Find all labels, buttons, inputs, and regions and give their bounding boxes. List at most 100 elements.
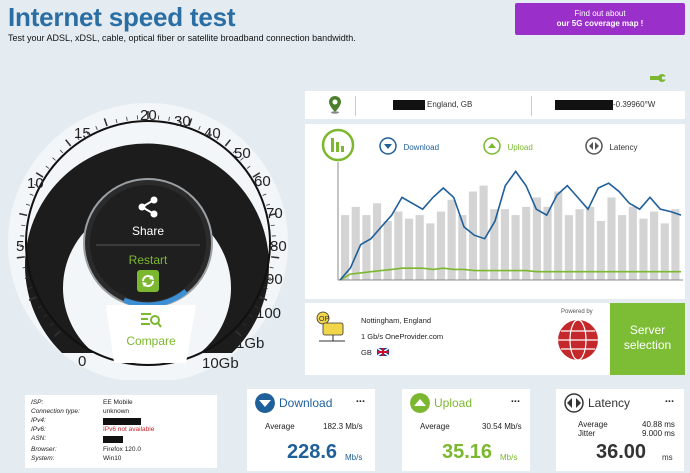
tick-label: 50	[234, 145, 251, 162]
latency-bar	[447, 199, 456, 280]
location-bar: England, GB -0.39960°W	[305, 91, 685, 119]
svg-text:OP: OP	[319, 316, 329, 323]
restart-button[interactable]: Restart	[118, 253, 178, 297]
restart-icon	[137, 270, 159, 292]
latency-bar	[362, 215, 371, 280]
ipv6-value: IPv6 not available	[103, 426, 155, 433]
browser-label: Browser:	[31, 446, 57, 453]
latency-card: Latency ... Average 40.88 ms Jitter 9.00…	[556, 389, 684, 471]
asn-label: ASN:	[31, 435, 47, 442]
system-value: Win10	[103, 455, 122, 462]
redacted-asn	[103, 436, 123, 443]
map-pin-icon	[329, 96, 341, 114]
speed-chart	[337, 162, 683, 281]
download-unit: Mb/s	[345, 453, 363, 462]
connection-info: ISP: EE Mobile Connection type: unknown …	[25, 395, 217, 468]
ipv6-label: IPv6:	[31, 426, 46, 433]
tick-label: 60	[254, 173, 271, 190]
promo-line-2: our 5G coverage map !	[556, 19, 644, 28]
upload-more[interactable]: ...	[511, 393, 520, 405]
latency-average-label: Average	[578, 420, 608, 429]
share-button[interactable]: Share	[124, 195, 172, 238]
download-more[interactable]: ...	[356, 393, 365, 405]
compare-button[interactable]: Compare	[116, 311, 186, 348]
latency-bar	[479, 185, 488, 280]
tick-label: 20	[140, 107, 157, 124]
redacted-city	[393, 100, 425, 110]
download-average-label: Average	[265, 422, 295, 431]
system-label: System:	[31, 455, 55, 462]
latency-bar	[650, 211, 659, 280]
jitter-label: Jitter	[578, 429, 596, 438]
share-label: Share	[131, 224, 165, 238]
latency-title: Latency	[588, 396, 631, 410]
tick-label: 15	[74, 125, 91, 142]
download-average-value: 182.3 Mb/s	[323, 422, 363, 431]
latency-unit: ms	[662, 453, 673, 462]
uk-flag-icon	[377, 348, 389, 356]
latency-bar	[618, 215, 627, 280]
compare-label: Compare	[126, 334, 176, 348]
latency-bar	[522, 206, 531, 280]
wrench-icon[interactable]	[648, 70, 666, 86]
latency-bar	[383, 221, 392, 280]
tick-label: 10	[27, 175, 44, 192]
latency-more[interactable]: ...	[665, 393, 674, 405]
page-title: Internet speed test	[8, 2, 236, 32]
promo-line-1: Find out about	[574, 9, 626, 18]
gauge-tick-mark	[16, 256, 25, 259]
latency-bar	[426, 223, 435, 280]
server-country: GB	[361, 348, 372, 357]
tick-label: 1Gb	[236, 335, 265, 352]
latency-bar	[554, 191, 563, 280]
latency-average-value: 40.88 ms	[642, 420, 675, 429]
server-selection-label-1: Server	[629, 323, 666, 337]
browser-value: Firefox 120.0	[103, 446, 141, 453]
server-panel: OP Nottingham, England 1 Gb/s OneProvide…	[305, 303, 685, 375]
latency-bar	[607, 197, 616, 280]
latency-bar	[543, 206, 552, 280]
gauge-tick-mark	[270, 224, 275, 227]
isp-value: EE Mobile	[103, 399, 133, 406]
latency-bar	[564, 215, 573, 280]
upload-card: Upload ... Average 30.54 Mb/s 35.16 Mb/s	[402, 389, 530, 471]
download-title: Download	[279, 396, 333, 410]
redacted-ipv4	[103, 418, 141, 425]
tick-label: 0	[78, 353, 87, 370]
download-icon	[255, 393, 275, 413]
upload-unit: Mb/s	[500, 453, 518, 462]
tick-label: 5	[16, 238, 25, 255]
server-provider: 1 Gb/s OneProvider.com	[361, 332, 444, 341]
page-subtitle: Test your ADSL, xDSL, cable, optical fib…	[8, 33, 356, 43]
latency-bar	[671, 209, 680, 280]
server-selection-label-2: selection	[623, 338, 672, 352]
speed-chart-panel: Download Upload Latency	[305, 124, 685, 299]
speed-gauge: 0 5 10 15 20 30 40 50 60 70 80 90 100 1G…	[0, 95, 300, 380]
tick-label: 30	[174, 113, 191, 130]
gauge-tick-mark	[21, 224, 26, 227]
tick-label: 90	[266, 271, 283, 288]
compare-icon	[141, 313, 162, 328]
tick-label: 70	[266, 205, 283, 222]
server-selection-button[interactable]: Server selection	[610, 303, 685, 375]
coverage-map-button[interactable]: Find out about our 5G coverage map !	[515, 3, 685, 35]
latency-bar	[639, 218, 648, 280]
globe-logo-icon	[558, 319, 598, 361]
latency-bar	[351, 206, 360, 280]
latency-bar	[575, 209, 584, 280]
latency-bar	[436, 211, 446, 280]
upload-average-value: 30.54 Mb/s	[482, 422, 522, 431]
jitter-value: 9.000 ms	[642, 429, 675, 438]
latency-bar	[404, 218, 414, 280]
latency-bars	[341, 185, 680, 280]
tick-label: 40	[204, 125, 221, 142]
latency-icon	[564, 393, 584, 413]
location-place: England, GB	[427, 100, 473, 109]
tick-label: 80	[270, 238, 287, 255]
upload-icon	[410, 393, 430, 413]
latency-bar	[372, 203, 382, 280]
location-coords: -0.39960°W	[613, 100, 656, 109]
isp-label: ISP:	[31, 399, 44, 406]
tick-label: 10Gb	[202, 355, 239, 372]
server-icon: OP	[316, 311, 345, 342]
